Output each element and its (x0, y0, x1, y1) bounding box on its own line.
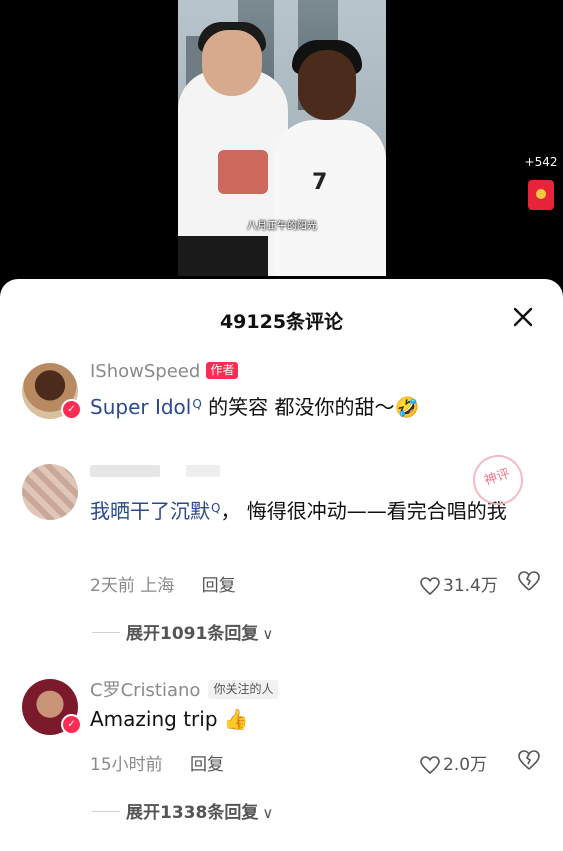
comment-link[interactable]: Super Idol (90, 395, 191, 419)
jersey-number: 7 (312, 170, 328, 195)
comment-time: 15小时前 (90, 755, 163, 775)
video-area[interactable]: 7 八月正午的阳光 +542 (0, 0, 563, 300)
username-text[interactable] (90, 465, 160, 477)
avatar[interactable] (22, 464, 78, 520)
comment-text-rest: 的笑容 都没你的甜～🤣 (201, 395, 420, 419)
person-head (202, 30, 262, 96)
comment-meta: 15小时前 回复 (90, 750, 224, 775)
video-subtitle: 八月正午的阳光 (247, 221, 317, 232)
username-tag (185, 465, 220, 477)
comment-text: Super IdolQ 的笑容 都没你的甜～🤣 (90, 387, 540, 424)
like-button[interactable]: 31.4万 (420, 571, 498, 596)
author-tag: 作者 (206, 362, 239, 379)
chevron-down-icon: ∨ (262, 625, 274, 643)
dislike-button[interactable] (518, 571, 540, 595)
comment-username[interactable]: C罗Cristiano 你关注的人 (90, 676, 279, 702)
dislike-button[interactable] (518, 750, 540, 774)
verified-badge-icon: ✓ (61, 714, 82, 735)
comment-item[interactable]: ✓ C罗Cristiano 你关注的人 Amazing trip 👍 15小时前 … (0, 674, 563, 849)
reply-button[interactable]: 回复 (190, 755, 224, 775)
like-count: 2.0万 (443, 755, 488, 775)
red-envelope-icon[interactable] (528, 180, 554, 210)
following-tag: 你关注的人 (208, 680, 279, 699)
shirt-print (218, 150, 268, 194)
divider-line (92, 811, 120, 812)
expand-replies-button[interactable]: 展开1091条回复 ∨ (92, 619, 273, 644)
broken-heart-icon (518, 571, 540, 591)
username-text[interactable]: IShowSpeed (90, 361, 200, 382)
like-button[interactable]: 2.0万 (420, 750, 487, 775)
comment-item[interactable]: 我晒干了沉默Q， 悔得很冲动——看完合唱的我 2天前 上海 回复 31.4万 展… (0, 448, 563, 649)
reply-button[interactable]: 回复 (202, 576, 236, 596)
chevron-down-icon: ∨ (262, 804, 274, 822)
expand-text[interactable]: 展开1338条回复 (126, 803, 258, 823)
expand-text[interactable]: 展开1091条回复 (126, 624, 258, 644)
comment-username[interactable] (90, 461, 230, 479)
person-pants (178, 236, 268, 276)
comment-text: Amazing trip 👍 (90, 707, 249, 731)
comment-username[interactable]: IShowSpeed 作者 (90, 361, 239, 382)
comment-item[interactable]: ✓ IShowSpeed 作者 Super IdolQ 的笑容 都没你的甜～🤣 (0, 359, 563, 429)
comments-sheet: 49125条评论 ✓ IShowSpeed 作者 Super IdolQ 的笑容 … (0, 279, 563, 851)
broken-heart-icon (518, 750, 540, 770)
comments-title: 49125条评论 (219, 311, 344, 333)
username-text[interactable]: C罗Cristiano (90, 680, 200, 701)
like-count: 31.4万 (443, 576, 498, 596)
comment-text: 我晒干了沉默Q， 悔得很冲动——看完合唱的我 (90, 491, 540, 528)
comment-text-rest: ， 悔得很冲动——看完合唱的我 (220, 499, 507, 523)
heart-icon (420, 577, 440, 596)
side-count: +542 (524, 155, 558, 169)
comment-meta: 2天前 上海 回复 (90, 571, 236, 596)
video-frame[interactable]: 7 八月正午的阳光 (178, 0, 386, 276)
person-right: 7 (274, 40, 386, 276)
heart-icon (420, 756, 440, 775)
comment-location: 上海 (140, 576, 175, 596)
person-head (298, 50, 356, 120)
comment-time: 2天前 (90, 576, 135, 596)
divider-line (92, 632, 120, 633)
expand-replies-button[interactable]: 展开1338条回复 ∨ (92, 798, 273, 823)
close-icon[interactable] (510, 306, 536, 332)
comment-link[interactable]: 我晒干了沉默 (90, 499, 210, 523)
verified-badge-icon: ✓ (61, 399, 82, 420)
search-icon[interactable]: Q (192, 397, 201, 411)
